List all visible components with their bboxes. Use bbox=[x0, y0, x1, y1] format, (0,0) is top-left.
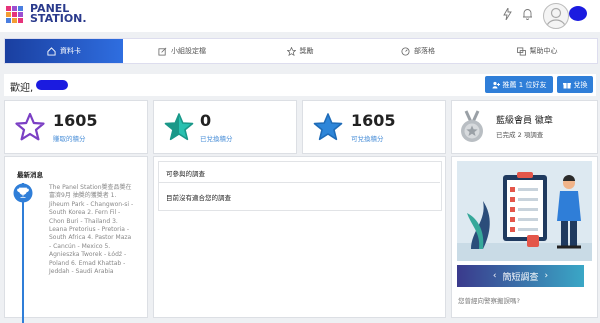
surveys-panel: 可參與的調查 目前沒有適合您的調查 bbox=[153, 156, 446, 318]
tab-blog[interactable]: 部落格 bbox=[359, 39, 477, 63]
redeem-label: 兌換 bbox=[573, 80, 588, 89]
available-points-card: 1605 可兌換積分 bbox=[302, 100, 446, 154]
welcome-greeting: 歡迎, bbox=[10, 83, 34, 94]
tab-label: 獎勵 bbox=[299, 47, 314, 55]
add-user-icon bbox=[492, 81, 500, 88]
promo-question-link[interactable]: 您曾經向警察搬誤嗎? bbox=[458, 295, 520, 305]
redeemed-points-value: 0 bbox=[200, 111, 212, 130]
earned-points-value: 1605 bbox=[53, 111, 98, 130]
refer-friend-button[interactable]: 推薦 1 位好友 bbox=[485, 76, 553, 93]
earned-points-card: 1605 賺取的積分 bbox=[4, 100, 148, 154]
user-name-redacted bbox=[36, 80, 68, 90]
earned-points-label: 賺取的積分 bbox=[53, 135, 86, 143]
divider bbox=[159, 182, 440, 183]
redeemed-points-label: 已兌換積分 bbox=[200, 135, 233, 143]
redeem-button[interactable]: 兌換 bbox=[557, 76, 593, 93]
home-icon bbox=[47, 46, 56, 56]
tab-profile[interactable]: 資料卡 bbox=[5, 39, 123, 63]
short-survey-label: 簡短調查 bbox=[502, 272, 539, 283]
surveys-header: 可參與的調查 bbox=[166, 170, 205, 178]
promo-panel: ‹ 簡短調查 › 您曾經向警察搬誤嗎? bbox=[451, 156, 598, 318]
trophy-icon bbox=[13, 183, 33, 203]
refer-friend-label: 推薦 1 位好友 bbox=[502, 80, 547, 89]
news-timeline bbox=[22, 183, 24, 323]
tab-help-center[interactable]: 幫助中心 bbox=[477, 39, 597, 63]
surveys-empty-text: 目前沒有適合您的調查 bbox=[166, 194, 231, 202]
lightning-icon[interactable] bbox=[503, 6, 512, 23]
tab-label: 部落格 bbox=[414, 47, 435, 55]
bell-icon[interactable] bbox=[522, 8, 533, 23]
star-teal-icon bbox=[164, 113, 194, 141]
user-avatar-icon[interactable] bbox=[543, 3, 569, 29]
star-icon bbox=[286, 46, 296, 56]
user-name-redacted bbox=[569, 6, 587, 21]
news-title: 最新消息 bbox=[17, 171, 43, 179]
tab-label: 幫助中心 bbox=[529, 47, 558, 55]
chevron-right-icon: › bbox=[544, 271, 549, 281]
medal-icon bbox=[461, 110, 483, 142]
chevron-left-icon: ‹ bbox=[492, 271, 497, 281]
tab-rewards[interactable]: 獎勵 bbox=[241, 39, 359, 63]
survey-illustration bbox=[457, 161, 592, 261]
star-blue-icon bbox=[313, 113, 343, 141]
available-points-label: 可兌換積分 bbox=[351, 135, 384, 143]
star-outline-icon bbox=[15, 112, 45, 141]
tab-label: 資料卡 bbox=[60, 47, 81, 55]
news-panel: 最新消息 The Panel Station獎查品獎在富濟9月 抽獎的獲獎者 1… bbox=[4, 156, 148, 323]
tab-panel-settings[interactable]: 小組設定檔 bbox=[123, 39, 241, 63]
available-points-value: 1605 bbox=[351, 111, 396, 130]
membership-title: 藍級會員 徽章 bbox=[496, 116, 553, 126]
logo-text-2: STATION. bbox=[30, 12, 87, 25]
gift-icon bbox=[562, 82, 571, 88]
chat-icon bbox=[516, 46, 526, 56]
logo-text: PANEL STATION. bbox=[30, 3, 87, 25]
news-body: The Panel Station獎查品獎在富濟9月 抽獎的獲獎者 1. Jih… bbox=[49, 184, 134, 276]
redeemed-points-card: 0 已兌換積分 bbox=[153, 100, 297, 154]
short-survey-button[interactable]: ‹ 簡短調查 › bbox=[457, 265, 584, 287]
membership-badge-card: 藍級會員 徽章 已完成 2 項調查 bbox=[451, 100, 598, 154]
dashboard-icon bbox=[401, 46, 410, 56]
logo-mark-icon bbox=[6, 6, 23, 23]
edit-icon bbox=[158, 47, 167, 56]
main-tabs: 資料卡 小組設定檔 獎勵 部落格 幫助中心 bbox=[4, 38, 598, 64]
tab-label: 小組設定檔 bbox=[171, 47, 206, 55]
membership-subtitle: 已完成 2 項調查 bbox=[496, 131, 544, 139]
